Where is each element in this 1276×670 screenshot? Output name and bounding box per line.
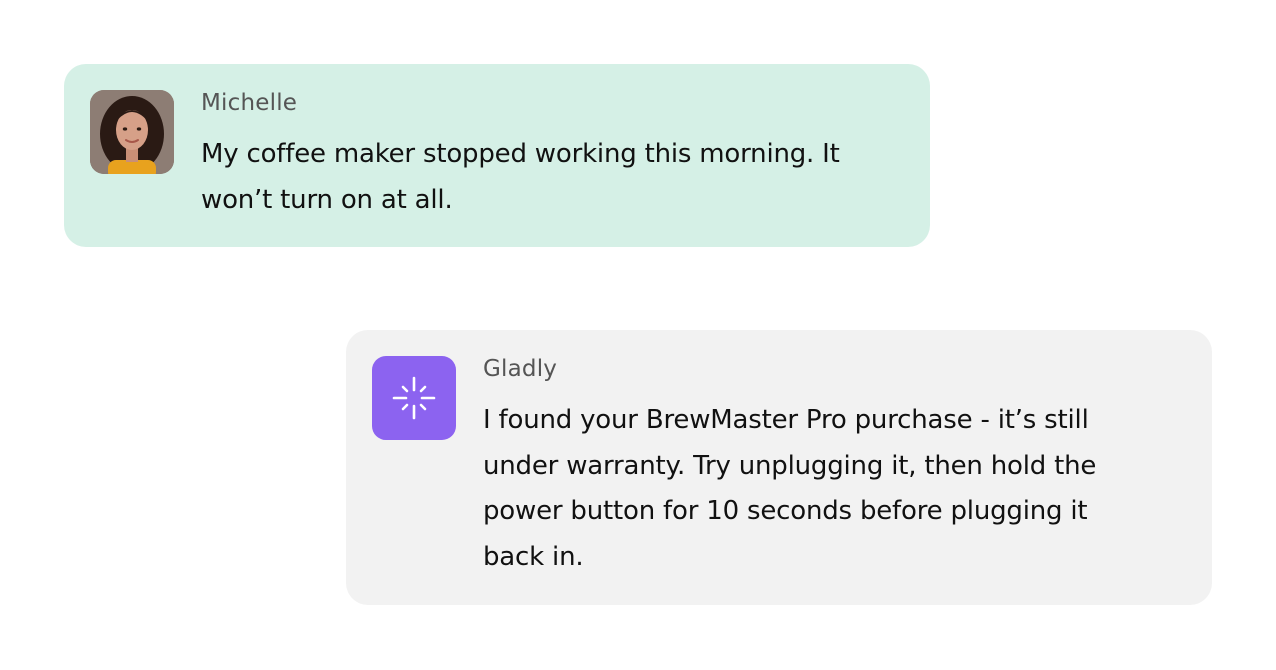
- gladly-avatar: [372, 356, 456, 440]
- sender-name: Michelle: [201, 90, 298, 116]
- agent-message: Gladly I found your BrewMaster Pro purch…: [346, 330, 1212, 605]
- customer-message: Michelle My coffee maker stopped working…: [64, 64, 930, 247]
- gladly-logo-icon: [392, 376, 436, 420]
- sender-name: Gladly: [483, 356, 558, 382]
- message-text: My coffee maker stopped working this mor…: [201, 139, 840, 215]
- message-text: I found your BrewMaster Pro purchase - i…: [483, 405, 1097, 572]
- user-photo-icon: [90, 90, 174, 174]
- user-avatar: [90, 90, 174, 174]
